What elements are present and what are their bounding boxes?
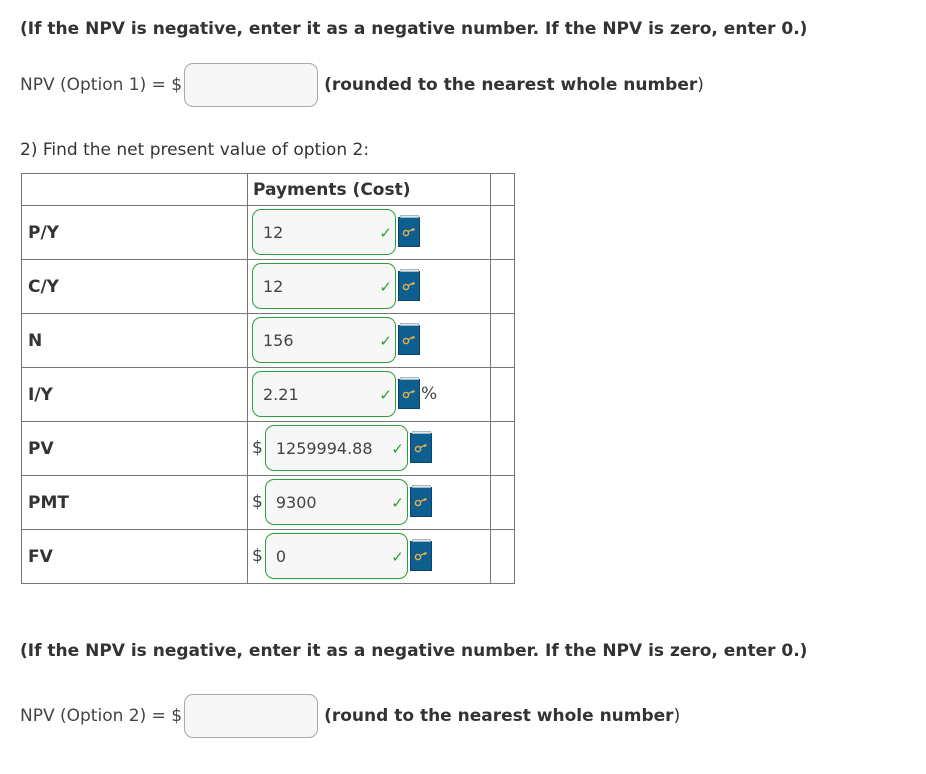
npv-option1-label: NPV (Option 1) = $ bbox=[20, 75, 183, 95]
py-input[interactable]: 12 ✓ bbox=[252, 209, 396, 255]
check-icon: ✓ bbox=[379, 386, 392, 404]
npv-option2-label: NPV (Option 2) = $ bbox=[20, 706, 183, 726]
check-icon: ✓ bbox=[391, 440, 404, 458]
key-icon[interactable] bbox=[409, 539, 432, 571]
row-spacer-cell bbox=[490, 475, 515, 530]
pv-input[interactable]: 1259994.88 ✓ bbox=[264, 425, 408, 471]
row-spacer-cell bbox=[490, 259, 515, 314]
py-value: 12 bbox=[263, 222, 284, 242]
tvm-header-spacer bbox=[490, 173, 515, 206]
pmt-value: 9300 bbox=[275, 492, 317, 512]
answer-group: 2.21 ✓ % bbox=[252, 371, 437, 417]
table-row: PMT $ 9300 ✓ bbox=[21, 475, 515, 530]
npv-instruction-note: (If the NPV is negative, enter it as a n… bbox=[20, 19, 808, 39]
pv-value: 1259994.88 bbox=[275, 438, 373, 458]
key-icon[interactable] bbox=[409, 485, 432, 517]
table-row: C/Y 12 ✓ bbox=[21, 259, 515, 314]
answer-group: 12 ✓ bbox=[252, 263, 420, 309]
tvm-table-header-row: Payments (Cost) bbox=[21, 173, 515, 206]
npv-option1-input[interactable] bbox=[184, 63, 319, 107]
npv-option2-input[interactable] bbox=[184, 694, 319, 738]
row-value-cell: 156 ✓ bbox=[247, 313, 491, 368]
fv-value: 0 bbox=[275, 546, 287, 566]
npv-option1-hint-text: (rounded to the nearest whole number bbox=[324, 75, 698, 95]
npv-option2-hint-text: (round to the nearest whole number bbox=[324, 706, 674, 726]
row-spacer-cell bbox=[490, 529, 515, 584]
row-value-cell: $ 9300 ✓ bbox=[247, 475, 491, 530]
table-row: P/Y 12 ✓ bbox=[21, 205, 515, 260]
npv-option2-line: NPV (Option 2) = $ (round to the nearest… bbox=[20, 693, 680, 739]
table-row: PV $ 1259994.88 ✓ bbox=[21, 421, 515, 476]
answer-group: $ 9300 ✓ bbox=[252, 479, 432, 525]
npv-option2-hint-end: ) bbox=[673, 706, 681, 726]
row-value-cell: $ 0 ✓ bbox=[247, 529, 491, 584]
dollar-prefix: $ bbox=[252, 438, 263, 458]
iy-input[interactable]: 2.21 ✓ bbox=[252, 371, 396, 417]
check-icon: ✓ bbox=[391, 494, 404, 512]
check-icon: ✓ bbox=[379, 224, 392, 242]
row-label-py: P/Y bbox=[21, 205, 248, 260]
row-label-pv: PV bbox=[21, 421, 248, 476]
key-icon[interactable] bbox=[398, 377, 420, 409]
tvm-header-blank bbox=[21, 173, 248, 206]
key-icon[interactable] bbox=[398, 323, 420, 355]
answer-group: 12 ✓ bbox=[252, 209, 420, 255]
row-value-cell: 12 ✓ bbox=[247, 259, 491, 314]
check-icon: ✓ bbox=[379, 332, 392, 350]
row-label-n: N bbox=[21, 313, 248, 368]
cy-input[interactable]: 12 ✓ bbox=[252, 263, 396, 309]
answer-group: 156 ✓ bbox=[252, 317, 420, 363]
key-icon[interactable] bbox=[398, 215, 420, 247]
npv-option1-hint: (rounded to the nearest whole number) bbox=[324, 75, 704, 95]
fv-input[interactable]: 0 ✓ bbox=[264, 533, 408, 579]
npv-instruction-note-2: (If the NPV is negative, enter it as a n… bbox=[20, 641, 808, 661]
row-label-cy: C/Y bbox=[21, 259, 248, 314]
npv-option1-line: NPV (Option 1) = $ (rounded to the neare… bbox=[20, 62, 704, 108]
row-label-fv: FV bbox=[21, 529, 248, 584]
tvm-table: Payments (Cost) P/Y 12 ✓ C/Y 12 ✓ N 156 … bbox=[21, 173, 515, 584]
row-value-cell: 12 ✓ bbox=[247, 205, 491, 260]
row-spacer-cell bbox=[490, 421, 515, 476]
npv-option2-hint: (round to the nearest whole number) bbox=[324, 706, 680, 726]
n-input[interactable]: 156 ✓ bbox=[252, 317, 396, 363]
row-spacer-cell bbox=[490, 205, 515, 260]
check-icon: ✓ bbox=[391, 548, 404, 566]
row-label-pmt: PMT bbox=[21, 475, 248, 530]
iy-value: 2.21 bbox=[263, 384, 299, 404]
row-spacer-cell bbox=[490, 367, 515, 422]
row-value-cell: $ 1259994.88 ✓ bbox=[247, 421, 491, 476]
answer-group: $ 0 ✓ bbox=[252, 533, 432, 579]
check-icon: ✓ bbox=[379, 278, 392, 296]
table-row: FV $ 0 ✓ bbox=[21, 529, 515, 584]
table-row: I/Y 2.21 ✓ % bbox=[21, 367, 515, 422]
cy-value: 12 bbox=[263, 276, 284, 296]
answer-group: $ 1259994.88 ✓ bbox=[252, 425, 432, 471]
pmt-input[interactable]: 9300 ✓ bbox=[264, 479, 408, 525]
key-icon[interactable] bbox=[398, 269, 420, 301]
dollar-prefix: $ bbox=[252, 546, 263, 566]
percent-suffix: % bbox=[421, 384, 438, 404]
row-value-cell: 2.21 ✓ % bbox=[247, 367, 491, 422]
row-label-iy: I/Y bbox=[21, 367, 248, 422]
table-row: N 156 ✓ bbox=[21, 313, 515, 368]
dollar-prefix: $ bbox=[252, 492, 263, 512]
key-icon[interactable] bbox=[409, 431, 432, 463]
tvm-header-payments: Payments (Cost) bbox=[247, 173, 491, 206]
npv-option1-hint-end: ) bbox=[697, 75, 704, 95]
question-2-text: 2) Find the net present value of option … bbox=[20, 140, 370, 160]
row-spacer-cell bbox=[490, 313, 515, 368]
n-value: 156 bbox=[263, 330, 294, 350]
